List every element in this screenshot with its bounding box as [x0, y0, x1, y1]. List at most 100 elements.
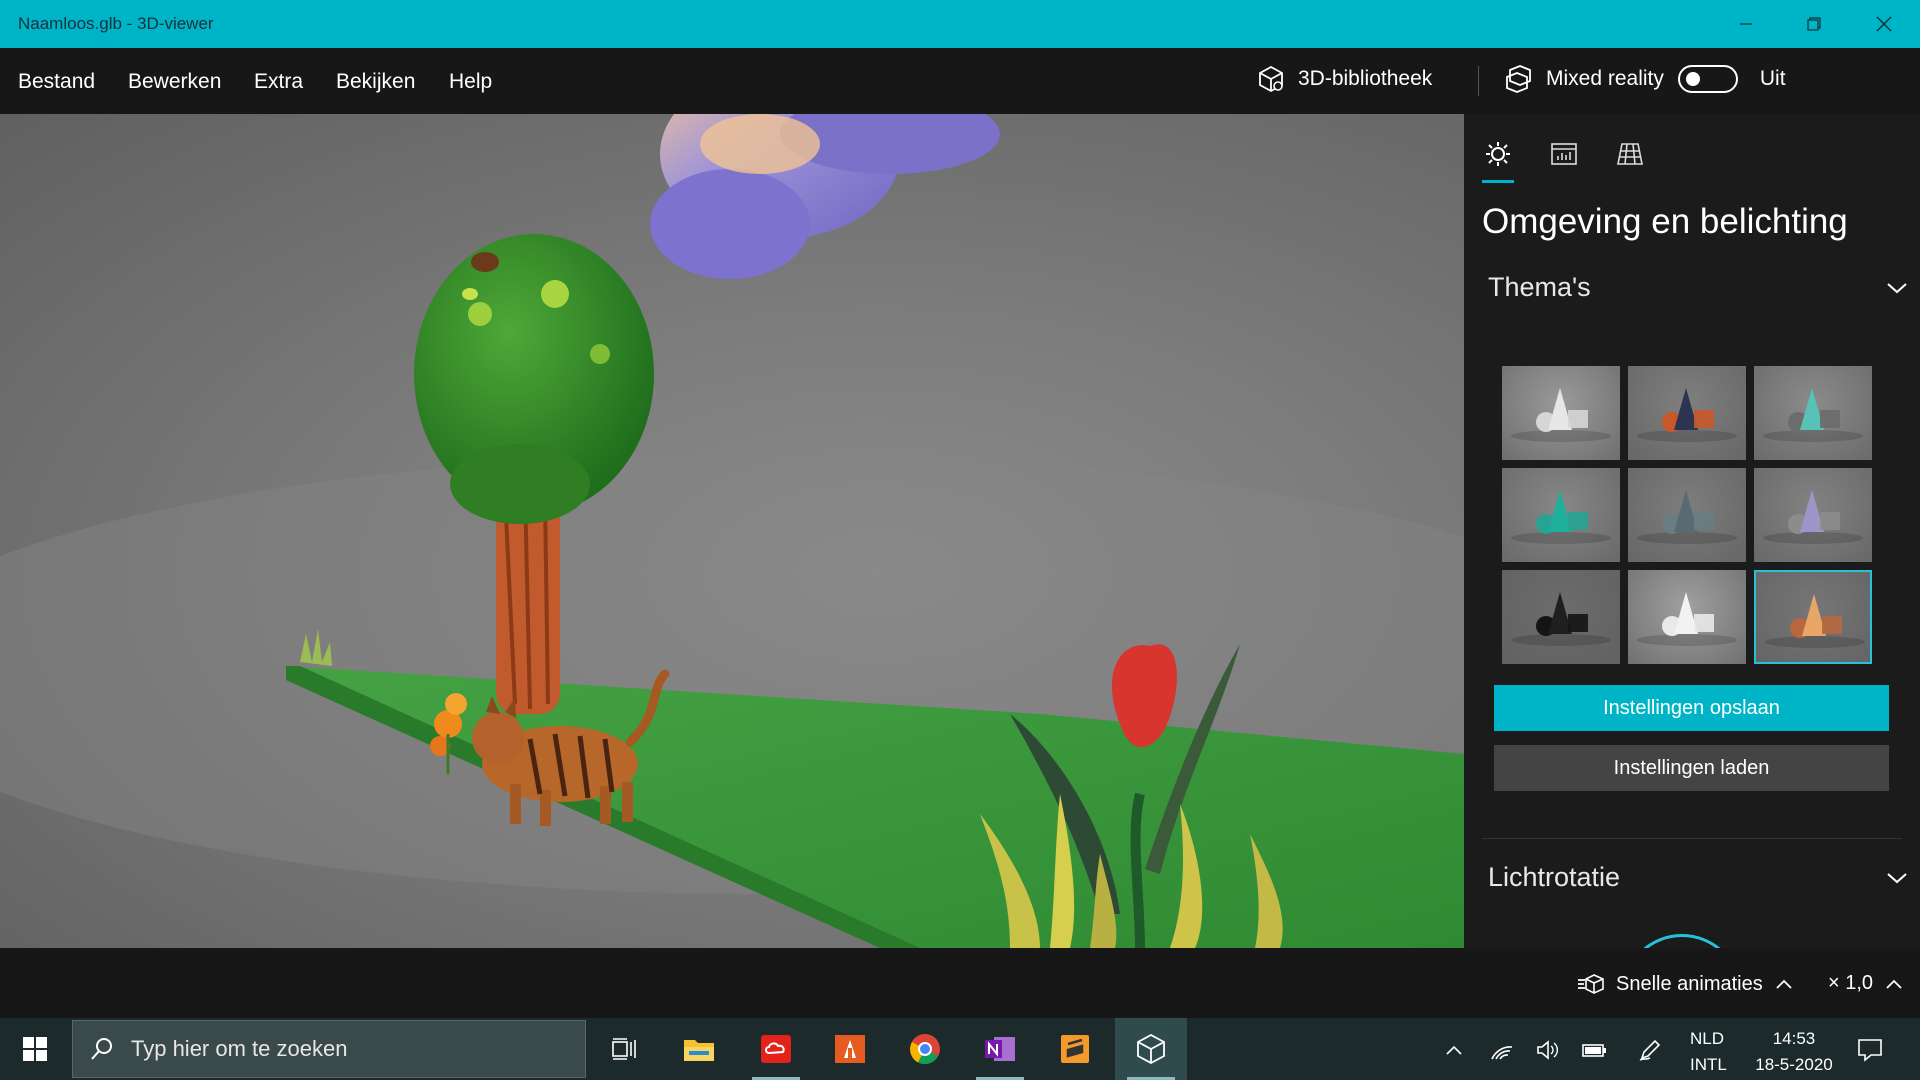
environment-panel: Omgeving en belichting Thema's Instellin… [1464, 114, 1920, 948]
animation-bar: Snelle animaties × 1,0 [0, 948, 1920, 1018]
theme-preview [1765, 594, 1865, 648]
mixed-reality-control[interactable]: Mixed reality Uit [1504, 64, 1786, 94]
wifi-icon [1491, 1046, 1513, 1060]
clock-date: 18-5-2020 [1755, 1055, 1833, 1074]
windows-taskbar: Typ hier om te zoeken NLD INTL 14:53 18-… [0, 1018, 1920, 1080]
save-settings-button[interactable]: Instellingen opslaan [1494, 685, 1889, 731]
theme-grid [1502, 366, 1872, 664]
tray-pen[interactable] [1636, 1036, 1664, 1064]
3d-library-label: 3D-bibliotheek [1298, 67, 1433, 90]
grid-icon [1617, 143, 1643, 165]
tab-grid[interactable] [1610, 134, 1650, 174]
bird [471, 252, 499, 272]
tray-volume[interactable] [1534, 1036, 1562, 1064]
themes-header: Thema's [1488, 272, 1591, 302]
start-button[interactable] [0, 1018, 70, 1080]
theme-preview [1637, 490, 1737, 544]
theme-preview [1511, 490, 1611, 544]
chevron-up-icon [1776, 979, 1792, 989]
mixed-reality-state: Uit [1759, 67, 1786, 90]
theme-thumbnail[interactable] [1628, 570, 1746, 664]
close-icon [1876, 16, 1892, 32]
sun-icon [1486, 142, 1510, 166]
theme-preview [1637, 592, 1737, 646]
restore-icon [1807, 17, 1821, 31]
app-orange-icon [835, 1035, 865, 1063]
theme-thumbnail[interactable] [1754, 366, 1872, 460]
section-divider [1482, 838, 1902, 839]
taskbar-creative-cloud[interactable] [740, 1018, 812, 1080]
task-view-button[interactable] [588, 1018, 660, 1080]
light-rotation-header: Lichtrotatie [1488, 862, 1621, 892]
theme-thumbnail[interactable] [1502, 366, 1620, 460]
3d-library-button[interactable]: 3D-bibliotheek [1256, 64, 1432, 94]
mixed-reality-icon [1506, 65, 1531, 93]
search-icon [91, 1038, 112, 1060]
battery-icon [1582, 1044, 1606, 1057]
tray-battery[interactable] [1580, 1036, 1608, 1064]
menu-file[interactable]: Bestand [18, 70, 95, 94]
title-bar: Naamloos.glb - 3D-viewer [0, 0, 1920, 48]
onenote-icon [985, 1037, 1015, 1061]
chevron-up-icon [1446, 1045, 1462, 1055]
menu-view[interactable]: Bekijken [336, 70, 415, 94]
speed-label: × 1,0 [1828, 972, 1874, 994]
minimize-button[interactable] [1712, 0, 1780, 48]
windows-icon [23, 1037, 47, 1061]
tab-environment[interactable] [1478, 134, 1518, 174]
clock-time: 14:53 [1772, 1029, 1816, 1048]
menu-edit[interactable]: Bewerken [128, 70, 221, 94]
taskbar-onenote[interactable] [964, 1018, 1036, 1080]
menu-separator [1478, 66, 1479, 96]
chevron-down-icon [1887, 282, 1907, 293]
light-rotation-dial[interactable] [1622, 934, 1742, 948]
chevron-down-icon [1887, 872, 1907, 883]
theme-thumbnail[interactable] [1754, 570, 1872, 664]
taskbar-sublime[interactable] [1039, 1018, 1111, 1080]
taskbar-3d-viewer[interactable] [1115, 1018, 1187, 1080]
load-settings-button[interactable]: Instellingen laden [1494, 745, 1889, 791]
taskbar-app-orange[interactable] [814, 1018, 886, 1080]
themes-section-header[interactable]: Thema's [1488, 272, 1908, 303]
theme-thumbnail[interactable] [1502, 468, 1620, 562]
animations-control[interactable]: Snelle animaties [1576, 972, 1793, 996]
mixed-reality-toggle[interactable] [1677, 65, 1738, 93]
chevron-up-icon [1886, 979, 1902, 989]
input-language[interactable]: NLD INTL [1690, 1026, 1727, 1078]
menu-help[interactable]: Help [449, 70, 492, 94]
light-rotation-section-header[interactable]: Lichtrotatie [1488, 862, 1908, 893]
theme-preview [1763, 490, 1863, 544]
theme-preview [1637, 388, 1737, 442]
theme-thumbnail[interactable] [1754, 468, 1872, 562]
mixed-reality-label: Mixed reality [1546, 67, 1664, 90]
speed-control[interactable]: × 1,0 [1828, 972, 1903, 995]
theme-preview [1511, 592, 1611, 646]
close-button[interactable] [1850, 0, 1918, 48]
theme-thumbnail[interactable] [1502, 570, 1620, 664]
stats-icon [1551, 143, 1577, 165]
file-explorer-icon [684, 1040, 714, 1061]
creative-cloud-icon [761, 1035, 791, 1063]
menu-bar: Bestand Bewerken Extra Bekijken Help 3D-… [0, 48, 1920, 114]
theme-thumbnail[interactable] [1628, 366, 1746, 460]
volume-icon [1537, 1040, 1558, 1060]
minimize-icon [1740, 23, 1752, 25]
window-title: Naamloos.glb - 3D-viewer [18, 14, 214, 33]
system-clock[interactable]: 14:53 18-5-2020 [1744, 1026, 1844, 1078]
taskbar-file-explorer[interactable] [663, 1018, 735, 1080]
active-tab-indicator [1482, 180, 1514, 183]
3d-scene [0, 114, 1464, 948]
language-code: NLD [1690, 1029, 1725, 1048]
restore-button[interactable] [1780, 0, 1848, 48]
3d-viewer-icon [1137, 1033, 1165, 1065]
tray-network[interactable] [1488, 1036, 1516, 1064]
taskbar-chrome[interactable] [889, 1018, 961, 1080]
theme-thumbnail[interactable] [1628, 468, 1746, 562]
action-center-button[interactable] [1856, 1036, 1884, 1064]
taskbar-search-box[interactable]: Typ hier om te zoeken [72, 1020, 586, 1078]
tray-overflow-button[interactable] [1440, 1036, 1468, 1064]
menu-tools[interactable]: Extra [254, 70, 303, 94]
tab-statistics[interactable] [1544, 134, 1584, 174]
sublime-icon [1061, 1035, 1089, 1063]
3d-viewport[interactable] [0, 114, 1464, 948]
